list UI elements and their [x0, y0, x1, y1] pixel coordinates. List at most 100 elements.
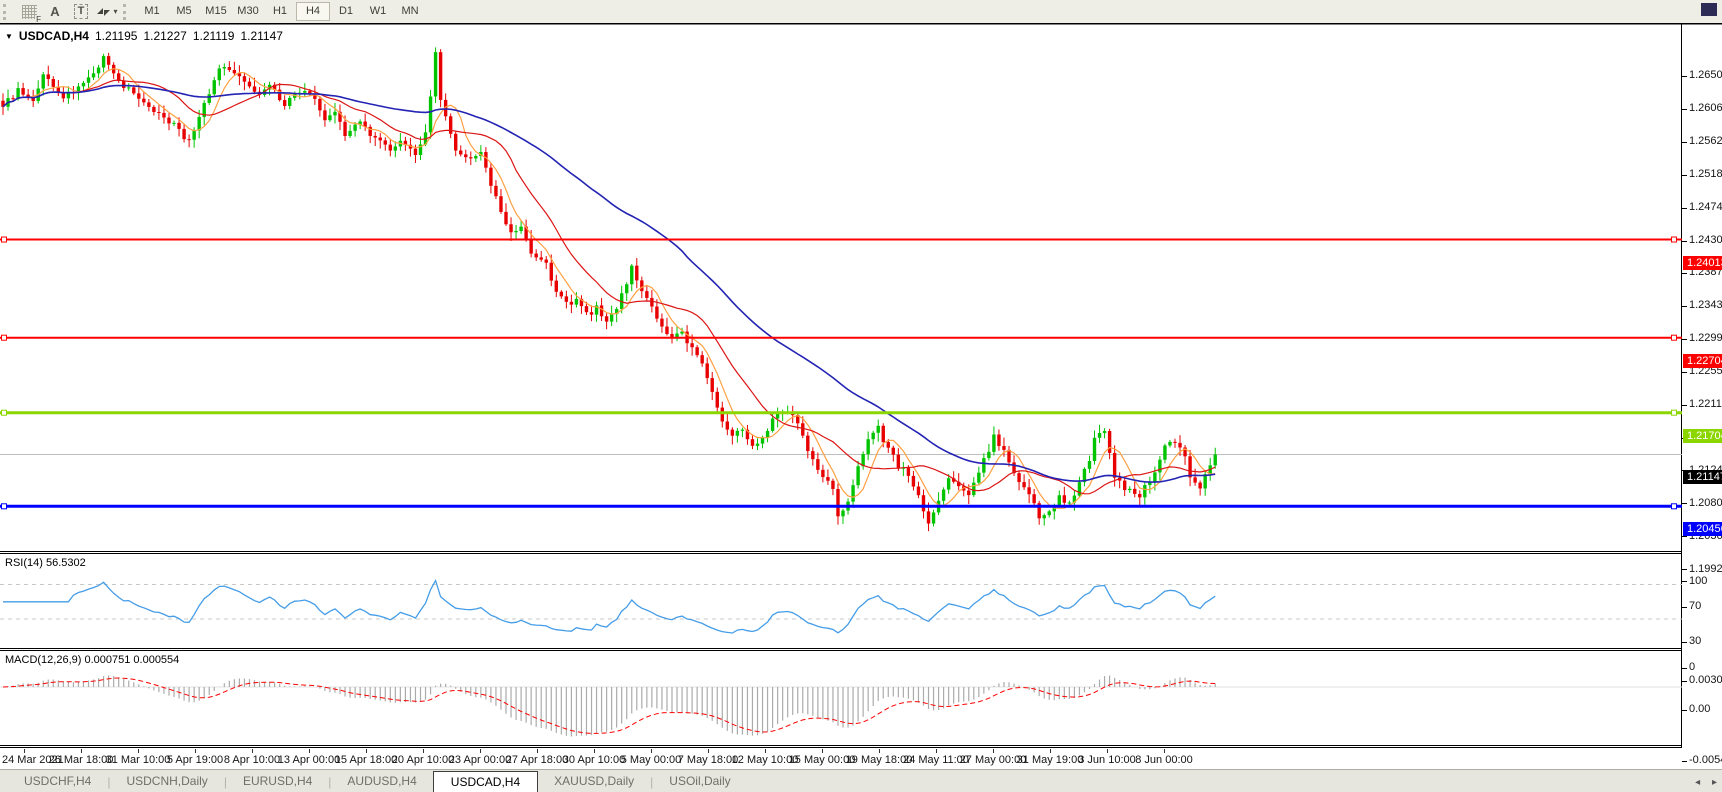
timeframe-button-w1[interactable]: W1	[362, 2, 394, 21]
chart-tab-usoil-daily[interactable]: USOil,Daily	[653, 771, 746, 792]
hline-handle[interactable]	[1671, 236, 1677, 243]
hline-handle[interactable]	[1671, 334, 1677, 341]
time-tick-mark	[24, 749, 25, 753]
time-axis-label: 26 Mar 18:00	[48, 754, 114, 766]
price-tick-label: 1.25180	[1689, 168, 1722, 180]
chart-tab-usdcnh-daily[interactable]: USDCNH,Daily	[110, 771, 223, 792]
timeframe-button-m1[interactable]: M1	[136, 2, 168, 21]
time-tick-mark	[708, 749, 709, 753]
hline-price-badge: 1.21704	[1683, 428, 1722, 443]
time-tick-mark	[879, 749, 880, 753]
price-tick-mark	[1682, 75, 1687, 77]
time-axis-label: 3 Jun 10:00	[1078, 754, 1136, 766]
time-axis-label: 5 May 00:00	[620, 754, 682, 766]
macd-tick-label: 0.00	[1689, 703, 1711, 715]
chart-tab-usdcad-h4[interactable]: USDCAD,H4	[432, 771, 539, 792]
ma-slow-line	[2, 84, 1216, 483]
time-axis-label: 8 Apr 10:00	[223, 754, 281, 766]
rsi-indicator-label: RSI(14) 56.5302	[5, 557, 86, 569]
time-tick-mark	[765, 749, 766, 753]
tab-scroll-right-icon[interactable]: ▸	[1712, 777, 1717, 788]
price-tick-label: 1.22990	[1689, 332, 1722, 345]
timeframe-group: M1 M5 M15 M30 H1 H4 D1 W1 MN	[136, 0, 426, 23]
timeframe-button-mn[interactable]: MN	[394, 2, 426, 21]
time-tick-mark	[1050, 749, 1051, 753]
price-tick-mark	[1682, 305, 1687, 307]
chart-title-caret[interactable]: ▼	[5, 32, 13, 41]
macd-tick-mark	[1682, 680, 1687, 682]
window-corner-icon	[1701, 3, 1717, 16]
price-tick-mark	[1682, 141, 1687, 143]
rsi-tick-mark	[1682, 581, 1687, 582]
price-tick-label: 1.19920	[1689, 562, 1722, 575]
macd-tick-label: -0.00542	[1689, 754, 1722, 767]
rsi-tick-mark	[1682, 641, 1687, 643]
time-axis-label: 27 Apr 18:00	[505, 754, 569, 766]
price-tick-label: 1.22110	[1689, 398, 1722, 411]
timeframe-button-d1[interactable]: D1	[330, 2, 362, 21]
price-tick-label: 1.20800	[1689, 496, 1722, 509]
rsi-tick-mark	[1682, 606, 1687, 608]
time-tick-mark	[993, 749, 994, 753]
grid-f-icon[interactable]: F	[18, 3, 41, 24]
time-axis-label: 31 May 19:00	[1016, 754, 1084, 766]
hline-handle[interactable]	[1, 503, 7, 510]
hline-price-badge: 1.22704	[1683, 353, 1722, 368]
price-tick-mark	[1682, 174, 1687, 176]
chart-tab-bar: USDCHF,H4 | USDCNH,Daily | EURUSD,H4 | AUDUSD,…	[0, 769, 1722, 792]
hline-handle[interactable]	[1671, 503, 1677, 510]
rsi-tick-mark	[1682, 667, 1687, 669]
time-axis-label: 7 May 18:00	[677, 754, 739, 766]
hline-price-badge: 1.24013	[1683, 255, 1722, 270]
text-box-icon[interactable]: T	[70, 3, 92, 21]
time-axis-label: 5 Apr 19:00	[166, 754, 224, 766]
arrow-tools-glyph	[97, 7, 111, 16]
chart-tab-audusd-h4[interactable]: AUDUSD,H4	[331, 771, 432, 792]
price-tick-mark	[1682, 503, 1687, 504]
price-tick-mark	[1682, 272, 1687, 274]
chart-title: ▼ USDCAD,H4 1.21195 1.21227 1.21119 1.21…	[5, 29, 283, 43]
arrow-tools-icon[interactable]: ▾	[96, 3, 118, 21]
time-axis[interactable]: 24 Mar 2021 26 Mar 18:00 31 Mar 10:00 5 Apr…	[0, 749, 1682, 769]
hline-handle[interactable]	[1671, 409, 1677, 416]
hline-handle[interactable]	[1, 409, 7, 416]
price-tick-label: 1.26060	[1689, 102, 1722, 114]
price-tick-label: 1.26500	[1689, 69, 1722, 81]
time-tick-mark	[537, 749, 538, 753]
timeframe-button-h1[interactable]: H1	[264, 2, 296, 21]
macd-tick-mark	[1682, 760, 1687, 762]
toolbar-drag-handle[interactable]	[123, 3, 130, 20]
ohlc-low: 1.21119	[192, 29, 235, 43]
price-tick-label: 1.24300	[1689, 234, 1722, 246]
time-tick-mark	[651, 749, 652, 753]
timeframe-button-m30[interactable]: M30	[232, 2, 264, 21]
time-axis-label: 15 Apr 18:00	[334, 754, 398, 766]
price-tick-mark	[1682, 108, 1687, 110]
timeframe-button-m15[interactable]: M15	[200, 2, 232, 21]
hline-handle[interactable]	[1, 334, 7, 341]
price-tick-label: 1.23430	[1689, 299, 1722, 312]
price-tick-mark	[1682, 240, 1687, 242]
time-tick-mark	[936, 749, 937, 753]
chart-symbol: USDCAD,H4	[18, 29, 89, 43]
toolbar-drag-handle[interactable]	[3, 3, 10, 20]
ohlc-close: 1.21147	[240, 29, 283, 43]
time-axis-label: 23 Apr 00:00	[448, 754, 512, 766]
current-price-badge: 1.21147	[1683, 470, 1722, 485]
chart-tab-usdchf-h4[interactable]: USDCHF,H4	[8, 771, 107, 792]
timeframe-button-m5[interactable]: M5	[168, 2, 200, 21]
candlestick-series	[1, 47, 1217, 532]
price-tick-label: 1.24740	[1689, 201, 1722, 213]
hline-handle[interactable]	[1, 236, 7, 243]
arrow-tools-caret[interactable]: ▾	[113, 7, 117, 16]
time-tick-mark	[252, 749, 253, 753]
text-label-icon[interactable]: A	[44, 3, 66, 21]
timeframe-button-h4[interactable]: H4	[296, 2, 330, 21]
chart-tab-xauusd-daily[interactable]: XAUUSD,Daily	[538, 771, 650, 792]
macd-tick-label: 0.003035	[1689, 674, 1722, 687]
time-axis-label: 31 Mar 10:00	[105, 754, 171, 766]
tab-scroll-left-icon[interactable]: ◂	[1695, 777, 1700, 788]
chart-canvas[interactable]	[0, 23, 1722, 749]
chart-tab-eurusd-h4[interactable]: EURUSD,H4	[227, 771, 328, 792]
ma-medium-line	[2, 79, 1216, 495]
